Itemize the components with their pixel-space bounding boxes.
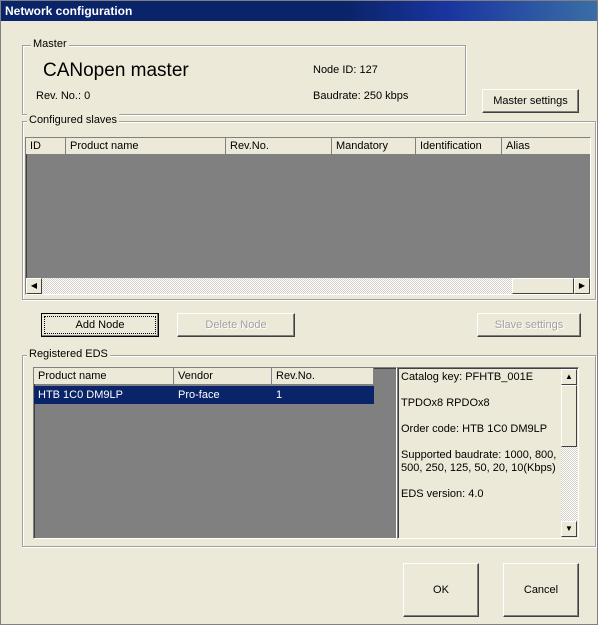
eds-row-rev: 1	[276, 389, 283, 401]
add-node-button[interactable]: Add Node	[41, 313, 159, 337]
eds-column-vendor[interactable]: Vendor	[174, 368, 272, 384]
eds-pdo-info: TPDOx8 RPDOx8	[401, 397, 490, 409]
window-title: Network configuration	[5, 4, 133, 18]
slave-settings-button[interactable]: Slave settings	[477, 313, 581, 337]
column-mandatory[interactable]: Mandatory	[332, 138, 416, 154]
eds-supported-baudrate: Supported baudrate: 1000, 800, 500, 250,…	[401, 449, 557, 474]
title-bar[interactable]: Network configuration	[1, 1, 597, 21]
master-node-id: Node ID: 127	[313, 64, 378, 76]
details-vertical-scrollbar[interactable]: ▲ ▼	[561, 369, 577, 537]
eds-column-product-name[interactable]: Product name	[34, 368, 174, 384]
scroll-thumb[interactable]	[512, 278, 574, 294]
master-group: Master CANopen master Rev. No.: 0 Node I…	[22, 38, 466, 115]
eds-row-product: HTB 1C0 DM9LP	[38, 389, 123, 401]
column-product-name[interactable]: Product name	[66, 138, 226, 154]
configured-slaves-list[interactable]: ID Product name Rev.No. Mandatory Identi…	[25, 137, 591, 295]
master-group-label: Master	[31, 38, 69, 50]
eds-version: EDS version: 4.0	[401, 488, 484, 500]
eds-row-vendor: Pro-face	[178, 389, 220, 401]
cancel-button[interactable]: Cancel	[503, 563, 579, 617]
eds-order-code: Order code: HTB 1C0 DM9LP	[401, 423, 548, 435]
eds-list[interactable]: Product name Vendor Rev.No. HTB 1C0 DM9L…	[33, 367, 397, 539]
master-rev: Rev. No.: 0	[36, 90, 91, 102]
eds-column-rev-no[interactable]: Rev.No.	[272, 368, 374, 384]
eds-row-selected[interactable]: HTB 1C0 DM9LP Pro-face 1	[34, 386, 374, 404]
column-id[interactable]: ID	[26, 138, 66, 154]
scroll-up-icon[interactable]: ▲	[561, 369, 577, 385]
horizontal-scrollbar[interactable]: ◀ ▶	[26, 278, 590, 294]
eds-catalog-key: Catalog key: PFHTB_001E	[401, 371, 534, 383]
master-baudrate: Baudrate: 250 kbps	[313, 90, 409, 102]
registered-eds-label: Registered EDS	[27, 348, 110, 360]
master-name: CANopen master	[43, 60, 189, 81]
eds-details-panel[interactable]: Catalog key: PFHTB_001E TPDOx8 RPDOx8 Or…	[397, 367, 579, 539]
column-alias[interactable]: Alias	[502, 138, 590, 154]
master-settings-button[interactable]: Master settings	[482, 89, 579, 113]
details-scroll-thumb[interactable]	[561, 385, 577, 447]
eds-details-text: Catalog key: PFHTB_001E TPDOx8 RPDOx8 Or…	[401, 371, 559, 501]
configured-slaves-label: Configured slaves	[27, 114, 120, 126]
ok-button[interactable]: OK	[403, 563, 479, 617]
delete-node-button[interactable]: Delete Node	[177, 313, 295, 337]
scroll-left-icon[interactable]: ◀	[26, 278, 42, 294]
scroll-right-icon[interactable]: ▶	[574, 278, 590, 294]
column-identification[interactable]: Identification	[416, 138, 502, 154]
scroll-down-icon[interactable]: ▼	[561, 521, 577, 537]
network-configuration-window: Network configuration Master CANopen mas…	[0, 0, 598, 625]
column-rev-no[interactable]: Rev.No.	[226, 138, 332, 154]
